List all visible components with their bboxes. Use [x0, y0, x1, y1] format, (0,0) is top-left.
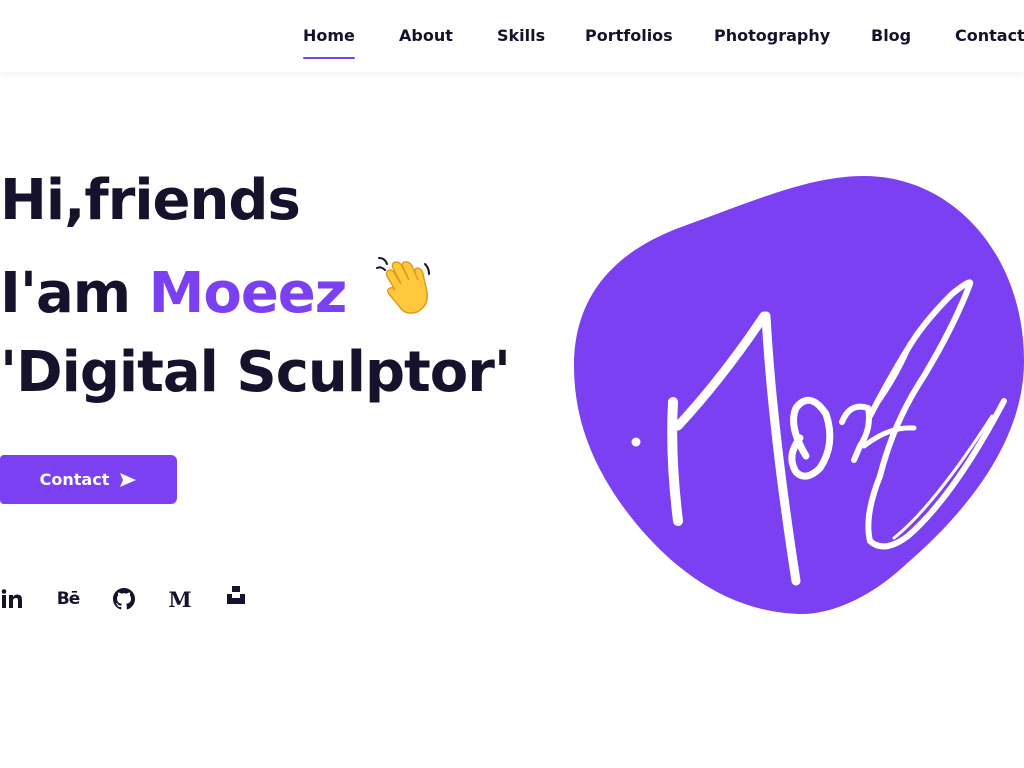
site-header: Home About Skills Portfolios Photography…: [0, 0, 1024, 72]
github-icon[interactable]: [110, 585, 138, 613]
contact-button-label: Contact: [39, 470, 110, 489]
hero-greeting: Hi,friends: [0, 168, 301, 233]
nav-item-contact[interactable]: Contact: [955, 26, 1024, 60]
nav-item-about[interactable]: About: [399, 26, 453, 60]
linkedin-icon[interactable]: [0, 585, 26, 613]
page: Home About Skills Portfolios Photography…: [0, 0, 1024, 768]
nav-item-portfolios[interactable]: Portfolios: [585, 26, 673, 60]
hero-intro-prefix: I'am: [0, 261, 149, 326]
nav-item-photography[interactable]: Photography: [714, 26, 830, 60]
hero-tagline: 'Digital Sculptor': [0, 340, 511, 405]
hero-name: Moeez: [148, 261, 348, 326]
main-nav: Home About Skills Portfolios Photography…: [0, 0, 1024, 72]
contact-button[interactable]: Contact: [0, 455, 177, 504]
nav-item-skills[interactable]: Skills: [497, 26, 545, 60]
medium-icon[interactable]: M: [166, 585, 194, 613]
behance-icon[interactable]: Bē: [54, 585, 82, 613]
waving-hand-icon: [371, 254, 435, 333]
signature-logo-icon: [574, 176, 1024, 615]
nav-item-home[interactable]: Home: [303, 26, 355, 60]
send-icon: [119, 471, 137, 489]
hero-intro: I'am Moeez: [0, 254, 435, 333]
nav-item-blog[interactable]: Blog: [871, 26, 911, 60]
unsplash-icon[interactable]: [222, 581, 250, 609]
